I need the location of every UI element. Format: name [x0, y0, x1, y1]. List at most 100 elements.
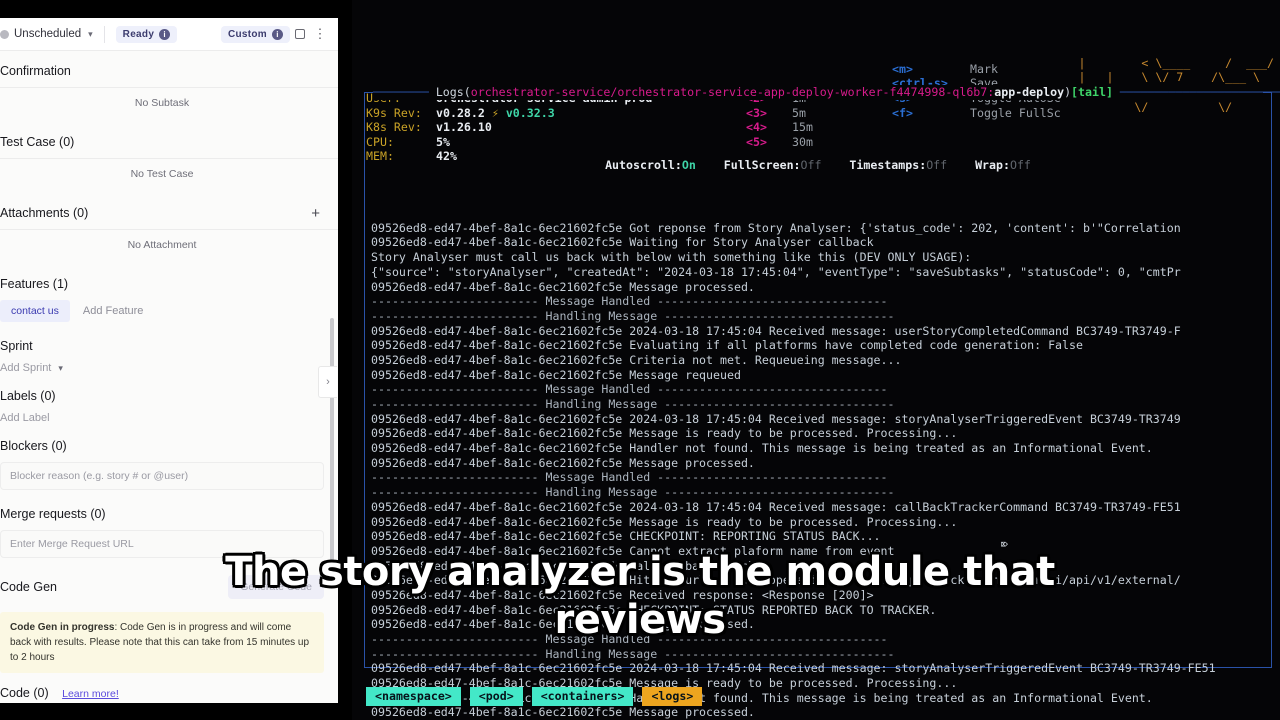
log-line: Story Analyser must call us back with be… [371, 250, 972, 265]
shortcut-key-mark[interactable]: <m> [892, 62, 970, 77]
footer-button-containers[interactable]: <containers> [531, 687, 634, 706]
log-line: ------------------------ Message Handled… [371, 294, 888, 309]
log-line: 09526ed8-ed47-4bef-8a1c-6ec21602fc5e Got… [371, 220, 1181, 235]
log-line: ------------------------ Message Handled… [371, 382, 888, 397]
schedule-status-label: Unscheduled [14, 28, 82, 40]
ready-badge[interactable]: Ready i [115, 25, 178, 43]
chevron-down-icon: ▾ [88, 28, 93, 39]
toggle-label-wrap: Wrap: [975, 158, 1010, 173]
log-line: 09526ed8-ed47-4bef-8a1c-6ec21602fc5e Eva… [371, 338, 1083, 353]
add-sprint-label: Add Sprint [0, 362, 52, 374]
logs-title-prefix: Logs( [435, 85, 471, 99]
section-attachments-header: Attachments (0) + [0, 193, 338, 229]
section-labels-title: Labels (0) [0, 389, 56, 403]
toggle-label-autoscroll: Autoscroll: [605, 158, 682, 173]
log-line: 09526ed8-ed47-4bef-8a1c-6ec21602fc5e Cri… [371, 352, 902, 367]
log-line: 09526ed8-ed47-4bef-8a1c-6ec21602fc5e Han… [371, 441, 1153, 456]
section-features-title: Features (1) [0, 277, 69, 291]
more-options-button[interactable]: ⋮ [310, 24, 330, 44]
log-line: {"source": "storyAnalyser", "createdAt":… [371, 264, 1181, 279]
logo-line-2: | | \ \/ 7 /\___ \ [1071, 70, 1261, 85]
copy-icon [295, 29, 305, 39]
footer-button-pod[interactable]: <pod> [469, 687, 523, 706]
no-attachment-text: No Attachment [127, 239, 197, 251]
log-line: 09526ed8-ed47-4bef-8a1c-6ec21602fc5e Rec… [371, 587, 874, 602]
logo-line-1: | < \____ / ___/ [1071, 55, 1274, 70]
section-code-gen-header: Code Gen Generate Code [0, 562, 338, 608]
section-code-header: Code (0) Learn more! [0, 673, 338, 703]
learn-more-link[interactable]: Learn more! [62, 688, 119, 700]
info-icon[interactable]: i [159, 28, 171, 40]
task-details-panel: Unscheduled ▾ Ready i Custom i ⋮ Confirm… [0, 18, 338, 703]
k9s-terminal: User: orchestrator-service-admin-prod <2… [352, 0, 1280, 720]
kebab-menu-icon: ⋮ [313, 26, 327, 41]
section-confirmation-title: Confirmation [0, 64, 71, 78]
logs-panel: ──────── Logs(orchestrator-service/orche… [364, 85, 1280, 719]
generate-code-button[interactable]: Generate Code [228, 575, 324, 599]
log-line: ------------------------ Handling Messag… [371, 485, 895, 500]
log-line: 09526ed8-ed47-4bef-8a1c-6ec21602fc5e Mes… [371, 705, 755, 720]
custom-badge[interactable]: Custom i [220, 25, 290, 43]
toolbar-divider [103, 25, 105, 43]
expand-panel-button[interactable]: › [318, 366, 337, 398]
section-test-case-title: Test Case (0) [0, 135, 75, 149]
log-line: 09526ed8-ed47-4bef-8a1c-6ec21602fc5e 202… [371, 499, 1181, 514]
custom-badge-label: Custom [227, 28, 267, 40]
log-line: 09526ed8-ed47-4bef-8a1c-6ec21602fc5e Mes… [371, 426, 958, 441]
logs-title-namespace: orchestrator-service/orchestrator-servic… [470, 85, 995, 99]
no-test-case-text: No Test Case [130, 168, 194, 180]
logs-panel-title: ──────── Logs(orchestrator-service/orche… [373, 85, 1280, 100]
log-line: ------------------------ Handling Messag… [371, 646, 895, 661]
notice-title: Code Gen in progress [10, 622, 115, 633]
log-line: 09526ed8-ed47-4bef-8a1c-6ec21602fc5e 202… [371, 323, 1181, 338]
log-line: ------------------------ Handling Messag… [371, 397, 895, 411]
toggle-value-wrap[interactable]: Off [1010, 158, 1031, 172]
log-line: 09526ed8-ed47-4bef-8a1c-6ec21602fc5e Hit… [371, 573, 1181, 588]
log-line: 09526ed8-ed47-4bef-8a1c-6ec21602fc5e Can… [371, 543, 895, 558]
footer-button-namespace[interactable]: <namespace> [366, 687, 461, 706]
toggle-label-fullscreen: FullScreen: [723, 158, 801, 173]
log-toggles: Autoscroll:On FullScreen:Off Timestamps:… [365, 151, 1271, 173]
log-line: 09526ed8-ed47-4bef-8a1c-6ec21602fc5e Wai… [371, 235, 874, 250]
log-output[interactable]: 09526ed8-ed47-4bef-8a1c-6ec21602fc5e Got… [365, 217, 1271, 720]
chevron-down-icon-sprint: ▾ [58, 362, 63, 373]
log-line: 09526ed8-ed47-4bef-8a1c-6ec21602fc5e Mes… [371, 514, 958, 529]
feature-chip-contact-us[interactable]: contact us [0, 300, 70, 322]
add-label-label: Add Label [0, 412, 50, 424]
logs-title-suffix: ) [1064, 85, 1072, 99]
logs-title-tail: [tail] [1071, 85, 1113, 99]
log-line: ------------------------ Message Handled… [371, 470, 888, 485]
toggle-value-timestamps[interactable]: Off [926, 158, 947, 172]
footer-button-logs[interactable]: <logs> [642, 687, 703, 706]
add-feature-button[interactable]: Add Feature [83, 305, 144, 317]
features-row: contact us Add Feature [0, 300, 338, 326]
section-code-title: Code (0) [0, 686, 49, 700]
section-sprint-title: Sprint [0, 339, 33, 353]
logs-title-container: app-deploy [994, 85, 1065, 99]
section-code-gen-title: Code Gen [0, 580, 57, 594]
log-line: ------------------------ Handling Messag… [371, 308, 895, 323]
code-gen-progress-notice: Code Gen in progress: Code Gen is in pro… [0, 612, 324, 673]
info-icon-custom[interactable]: i [272, 28, 283, 40]
section-merge-requests-title: Merge requests (0) [0, 507, 106, 521]
toggle-value-autoscroll[interactable]: On [682, 158, 696, 172]
panel-scrollbar-thumb[interactable] [330, 318, 334, 578]
blocker-reason-input[interactable]: Blocker reason (e.g. story # or @user) [0, 462, 324, 490]
log-line: 09526ed8-ed47-4bef-8a1c-6ec21602fc5e 202… [371, 411, 1181, 426]
add-sprint-dropdown[interactable]: Add Sprint ▾ [0, 362, 338, 376]
toggle-value-fullscreen[interactable]: Off [801, 158, 822, 172]
copy-link-button[interactable] [290, 24, 310, 44]
schedule-status-dropdown[interactable]: Unscheduled ▾ [0, 28, 93, 40]
add-attachment-button[interactable]: + [311, 206, 324, 221]
log-line: ------------------------ Message Handled… [371, 632, 888, 646]
log-line: 09526ed8-ed47-4bef-8a1c-6ec21602fc5e CHE… [371, 602, 937, 617]
toggle-label-timestamps: Timestamps: [849, 158, 927, 173]
ready-badge-label: Ready [122, 28, 155, 40]
add-label-button[interactable]: Add Label [0, 412, 338, 426]
section-blockers-title: Blockers (0) [0, 439, 67, 453]
log-line: 09526ed8-ed47-4bef-8a1c-6ec21602fc5e Mes… [371, 455, 755, 470]
merge-request-url-input[interactable]: Enter Merge Request URL [0, 530, 324, 558]
log-line: 09526ed8-ed47-4bef-8a1c-6ec21602fc5e Mes… [371, 367, 741, 382]
panel-toolbar: Unscheduled ▾ Ready i Custom i ⋮ [0, 18, 338, 51]
log-line: 09526ed8-ed47-4bef-8a1c-6ec21602fc5e CHE… [371, 529, 881, 544]
